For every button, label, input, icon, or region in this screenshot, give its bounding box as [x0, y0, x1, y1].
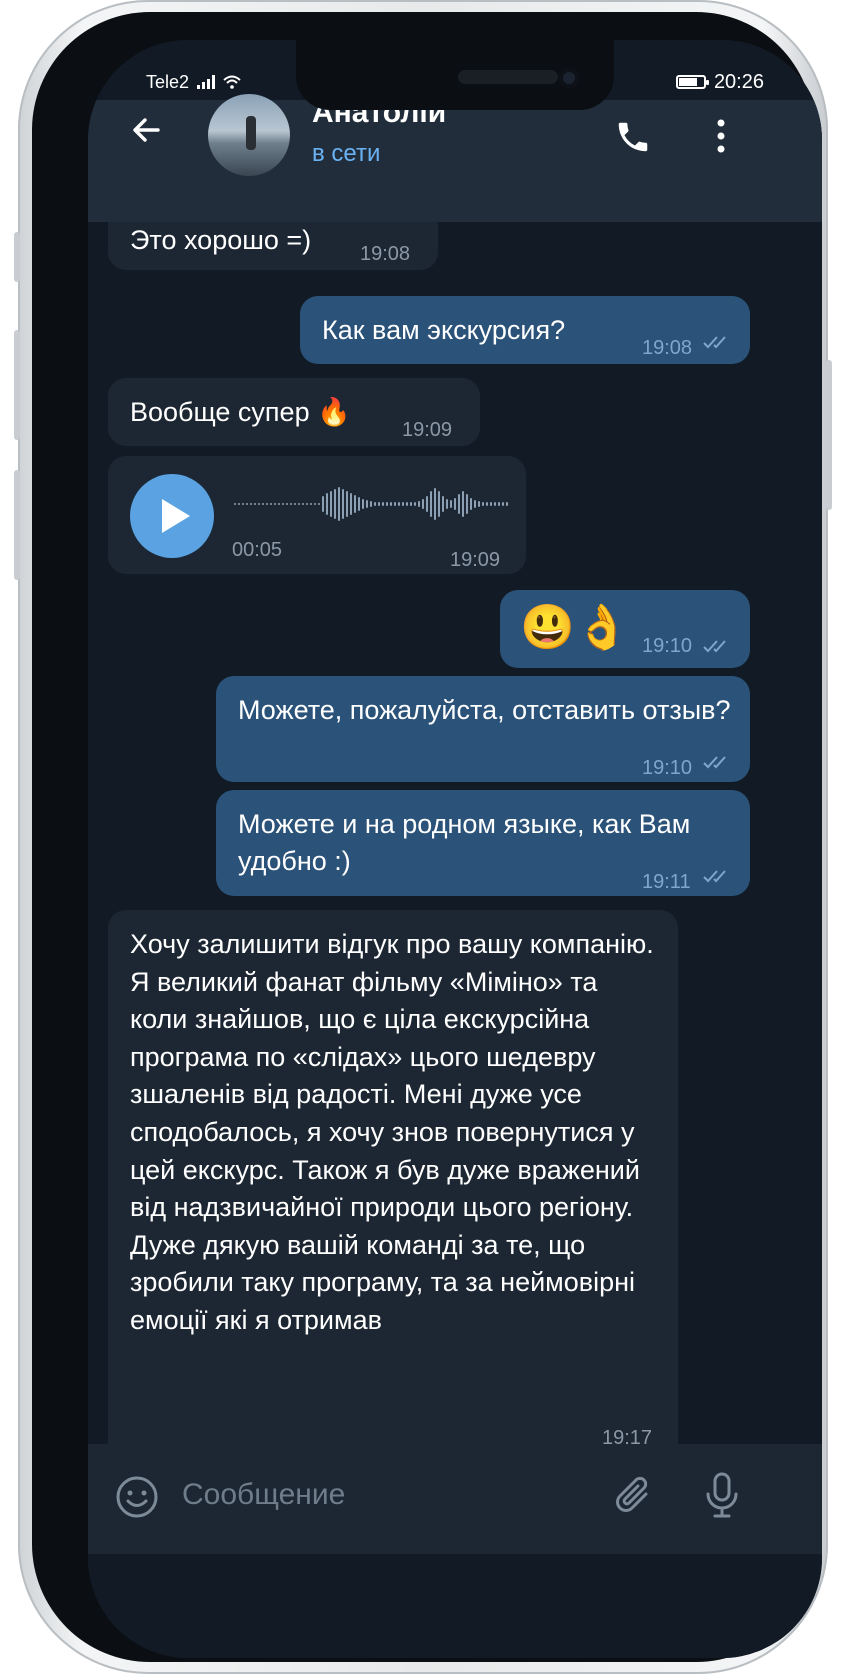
double-check-icon [703, 640, 726, 653]
presence-status: в сети [312, 140, 381, 167]
power-button [826, 360, 832, 510]
arrow-left-icon[interactable] [128, 112, 164, 148]
message-text: Хочу залишити відгук про вашу компанію. … [130, 929, 654, 1335]
message-time: 19:09 [450, 549, 501, 571]
message-bubble[interactable]: Можете и на родном языке, как Вам удобно… [216, 790, 750, 896]
voice-waveform[interactable] [234, 484, 508, 524]
status-bar-left: Tele2 [146, 70, 241, 94]
message-time: 19:08 [360, 243, 411, 265]
signal-icon [197, 75, 216, 89]
message-bubble[interactable]: Вообще супер 🔥 19:09 [108, 378, 480, 446]
message-text: Можете, пожалуйста, отставить отзыв? [238, 695, 731, 725]
mute-switch [14, 232, 20, 282]
more-vertical-icon[interactable] [716, 118, 726, 154]
front-camera [559, 68, 579, 88]
double-check-icon [703, 870, 726, 883]
message-time: 19:11 [642, 871, 691, 893]
message-list[interactable]: Это хорошо =) 19:08 Как вам экскурсия? 1… [88, 192, 822, 1472]
phone-icon[interactable] [614, 118, 652, 156]
phone-bezel: Tele2 20:26 Анатолій в сети Это хорошо =… [32, 12, 822, 1662]
message-text: Вообще супер 🔥 [130, 397, 351, 427]
voice-duration: 00:05 [232, 539, 283, 561]
avatar[interactable] [208, 94, 290, 176]
message-time: 19:10 [642, 635, 693, 657]
message-bubble[interactable]: Можете, пожалуйста, отставить отзыв? 19:… [216, 676, 750, 782]
battery-icon [675, 75, 709, 89]
status-time: 20:26 [713, 70, 764, 93]
message-text: Как вам экскурсия? [322, 315, 566, 345]
message-text: Можете и на родном языке, как Вам удобно… [238, 809, 691, 876]
message-composer: Сообщение [88, 1444, 822, 1554]
microphone-icon[interactable] [702, 1470, 742, 1520]
status-bar-right: 20:26 [675, 70, 764, 94]
message-input[interactable]: Сообщение [182, 1478, 345, 1512]
message-text: Это хорошо =) [130, 225, 312, 255]
double-check-icon [703, 756, 726, 769]
wifi-icon [223, 75, 241, 89]
message-text: 😃👌 [520, 603, 630, 652]
message-bubble[interactable]: Как вам экскурсия? 19:08 [300, 296, 750, 364]
volume-up-button [14, 330, 20, 440]
paperclip-icon[interactable] [612, 1472, 656, 1520]
play-icon [162, 499, 190, 533]
message-time: 19:10 [642, 757, 693, 779]
message-time: 19:08 [642, 337, 693, 359]
message-bubble[interactable]: 😃👌 19:10 [500, 590, 750, 668]
carrier-name: Tele2 [146, 71, 190, 92]
volume-down-button [14, 470, 20, 580]
message-bubble[interactable]: Хочу залишити відгук про вашу компанію. … [108, 910, 678, 1462]
earpiece-speaker [458, 70, 558, 84]
message-time: 19:09 [402, 419, 453, 441]
double-check-icon [703, 336, 726, 349]
chat-header: Анатолій в сети [88, 94, 822, 222]
play-button[interactable] [130, 474, 214, 558]
screen: Tele2 20:26 Анатолій в сети Это хорошо =… [88, 40, 822, 1658]
smile-icon[interactable] [114, 1474, 160, 1520]
voice-message-bubble[interactable]: 00:05 19:09 [108, 456, 526, 574]
